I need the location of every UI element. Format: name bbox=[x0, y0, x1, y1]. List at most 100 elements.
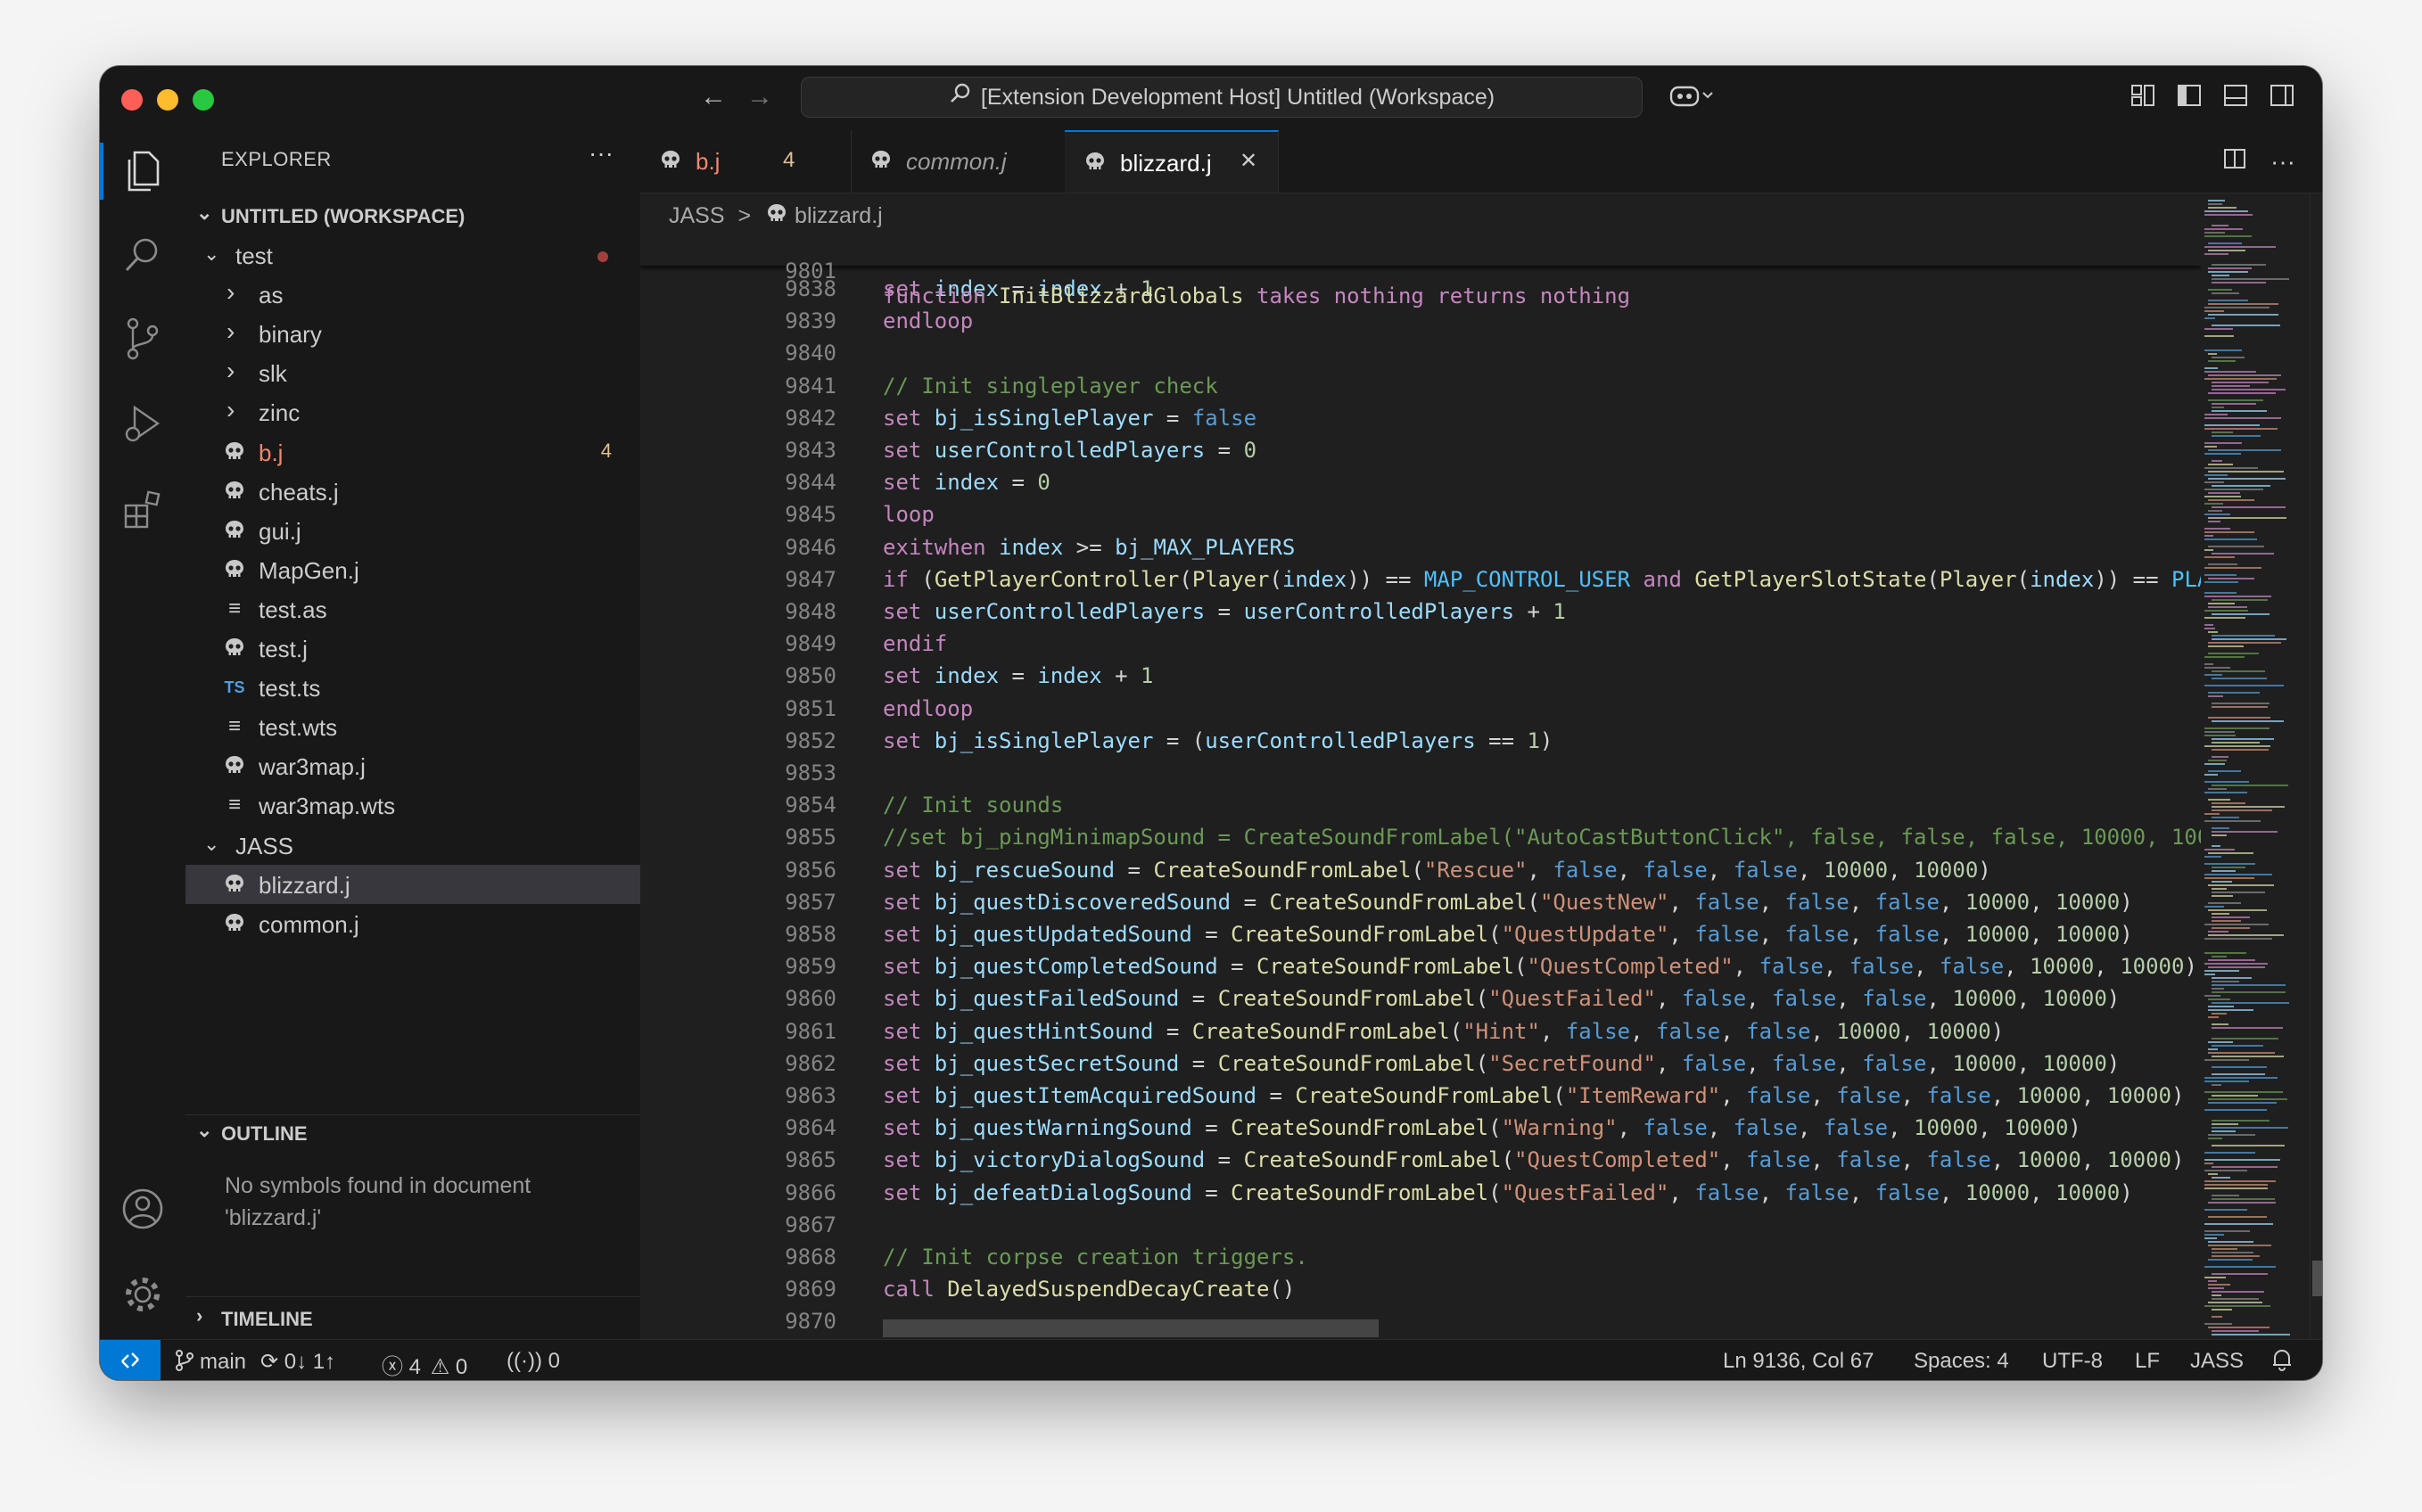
tab-common-j[interactable]: common.j bbox=[851, 130, 1066, 193]
split-editor-icon[interactable] bbox=[2222, 146, 2247, 177]
toggle-panel-icon[interactable] bbox=[2222, 82, 2249, 115]
code-line[interactable]: 9856 set bj_rescueSound = CreateSoundFrom… bbox=[640, 858, 2201, 890]
source-control-icon[interactable] bbox=[116, 312, 169, 366]
ports-status[interactable]: ((·)) 0 bbox=[507, 1349, 560, 1374]
tree-item[interactable]: MapGen.j bbox=[185, 550, 640, 589]
code-line[interactable]: 9851 endloop bbox=[640, 696, 2201, 728]
end-of-line[interactable]: LF bbox=[2135, 1349, 2160, 1374]
code-line[interactable]: 9852 set bj_isSinglePlayer = (userControl… bbox=[640, 728, 2201, 760]
minimap-line bbox=[2204, 232, 2225, 234]
copilot-icon[interactable] bbox=[1669, 82, 1716, 117]
toggle-secondary-sidebar-icon[interactable] bbox=[2269, 82, 2295, 115]
tree-item[interactable]: common.j bbox=[185, 904, 640, 943]
outline-section-header[interactable]: ⌄ OUTLINE bbox=[185, 1114, 640, 1151]
close-window-button[interactable] bbox=[121, 89, 143, 111]
tree-item[interactable]: gui.j bbox=[185, 511, 640, 550]
code-line[interactable]: 9865 set bj_victoryDialogSound = CreateSo… bbox=[640, 1147, 2201, 1179]
problems-status[interactable]: ⓧ 4 ⚠ 0 bbox=[382, 1349, 467, 1380]
tree-item[interactable]: › as bbox=[185, 275, 640, 314]
code-line[interactable]: 9843 set userControlledPlayers = 0 bbox=[640, 438, 2201, 470]
sticky-scroll-line[interactable]: 9801 function InitBlizzardGlobals takes … bbox=[640, 234, 2201, 308]
back-arrow-icon[interactable]: ← bbox=[697, 82, 729, 112]
code-line[interactable]: 9839 endloop bbox=[640, 308, 2201, 341]
code-line[interactable]: 9854 // Init sounds bbox=[640, 793, 2201, 825]
tab-b-j[interactable]: b.j 4 bbox=[640, 130, 852, 193]
tree-item[interactable]: ≡ test.wts bbox=[185, 707, 640, 746]
code-line[interactable]: 9844 set index = 0 bbox=[640, 470, 2201, 502]
code-line[interactable]: 9855 //set bj_pingMinimapSound = CreateSo… bbox=[640, 825, 2201, 857]
horizontal-scrollbar[interactable] bbox=[883, 1319, 1379, 1337]
close-tab-icon[interactable]: ✕ bbox=[1240, 148, 1257, 174]
code-line[interactable]: 9842 set bj_isSinglePlayer = false bbox=[640, 406, 2201, 438]
tree-item[interactable]: ≡ test.as bbox=[185, 589, 640, 629]
tab-blizzard-j[interactable]: blizzard.j ✕ bbox=[1065, 130, 1279, 193]
more-actions-icon[interactable]: ··· bbox=[589, 139, 614, 168]
code-line[interactable]: 9867 bbox=[640, 1212, 2201, 1245]
code-line[interactable]: 9859 set bj_questCompletedSound = CreateS… bbox=[640, 954, 2201, 986]
code-line[interactable]: 9864 set bj_questWarningSound = CreateSou… bbox=[640, 1115, 2201, 1147]
code-line[interactable]: 9846 exitwhen index >= bj_MAX_PLAYERS bbox=[640, 535, 2201, 567]
explorer-icon[interactable] bbox=[116, 144, 169, 198]
minimap-line bbox=[2208, 931, 2228, 933]
workspace-section-header[interactable]: ⌄ UNTITLED (WORKSPACE) bbox=[185, 198, 640, 234]
zoom-window-button[interactable] bbox=[193, 89, 214, 111]
scrollbar-thumb[interactable] bbox=[2312, 1261, 2322, 1296]
code-line[interactable]: 9850 set index = index + 1 bbox=[640, 663, 2201, 695]
tree-item[interactable]: › zinc bbox=[185, 392, 640, 431]
language-mode[interactable]: JASS bbox=[2190, 1349, 2244, 1374]
code-line[interactable]: 9858 set bj_questUpdatedSound = CreateSou… bbox=[640, 922, 2201, 954]
code-editor[interactable]: 9801 function InitBlizzardGlobals takes … bbox=[640, 234, 2201, 1339]
code-line[interactable]: 9860 set bj_questFailedSound = CreateSoun… bbox=[640, 986, 2201, 1018]
code-line[interactable]: 9849 endif bbox=[640, 631, 2201, 663]
extensions-icon[interactable] bbox=[116, 483, 169, 537]
code-line[interactable]: 9862 set bj_questSecretSound = CreateSoun… bbox=[640, 1051, 2201, 1083]
code-line[interactable]: 9868 // Init corpse creation triggers. bbox=[640, 1245, 2201, 1277]
sync-status[interactable]: ⟳ 0↓ 1↑ bbox=[260, 1349, 335, 1375]
notifications-bell-icon[interactable] bbox=[2270, 1347, 2294, 1378]
tree-item[interactable]: TS test.ts bbox=[185, 668, 640, 707]
tree-item[interactable]: › slk bbox=[185, 353, 640, 392]
minimize-window-button[interactable] bbox=[157, 89, 178, 111]
breadcrumb-file[interactable]: blizzard.j bbox=[795, 203, 883, 228]
tree-item[interactable]: blizzard.j bbox=[185, 864, 640, 904]
tree-item[interactable]: war3map.j bbox=[185, 746, 640, 785]
minimap[interactable] bbox=[2201, 194, 2311, 1339]
minimap-line bbox=[2204, 538, 2257, 540]
tree-item[interactable]: › binary bbox=[185, 314, 640, 353]
command-center[interactable]: [Extension Development Host] Untitled (W… bbox=[801, 77, 1643, 118]
branch-status[interactable]: main bbox=[175, 1349, 246, 1378]
accounts-icon[interactable] bbox=[116, 1182, 169, 1236]
customize-layout-icon[interactable] bbox=[2130, 82, 2156, 115]
toggle-primary-sidebar-icon[interactable] bbox=[2176, 82, 2203, 115]
indentation[interactable]: Spaces: 4 bbox=[1914, 1349, 2009, 1374]
tree-item[interactable]: cheats.j bbox=[185, 472, 640, 511]
code-line[interactable]: 9869 call DelayedSuspendDecayCreate() bbox=[640, 1277, 2201, 1309]
code-line[interactable]: 9866 set bj_defeatDialogSound = CreateSou… bbox=[640, 1180, 2201, 1212]
tree-item[interactable]: b.j 4 bbox=[185, 432, 640, 472]
code-line[interactable]: 9861 set bj_questHintSound = CreateSoundF… bbox=[640, 1019, 2201, 1051]
tree-item[interactable]: ⌄ JASS bbox=[185, 826, 640, 865]
tree-item[interactable]: ≡ war3map.wts bbox=[185, 785, 640, 825]
manage-gear-icon[interactable] bbox=[116, 1268, 169, 1321]
code-line[interactable]: 9848 set userControlledPlayers = userCont… bbox=[640, 599, 2201, 631]
code-line[interactable]: 9857 set bj_questDiscoveredSound = Create… bbox=[640, 890, 2201, 922]
more-actions-icon[interactable]: ··· bbox=[2270, 148, 2295, 176]
code-line[interactable]: 9870 bbox=[640, 1309, 2201, 1339]
code-line[interactable]: 9841 // Init singleplayer check bbox=[640, 374, 2201, 406]
code-line[interactable]: 9845 loop bbox=[640, 502, 2201, 534]
run-debug-icon[interactable] bbox=[116, 398, 169, 451]
encoding[interactable]: UTF-8 bbox=[2042, 1349, 2103, 1374]
vertical-scrollbar[interactable] bbox=[2310, 194, 2322, 1339]
forward-arrow-icon[interactable]: → bbox=[744, 82, 776, 112]
code-line[interactable]: 9863 set bj_questItemAcquiredSound = Crea… bbox=[640, 1083, 2201, 1115]
remote-indicator-icon[interactable] bbox=[100, 1340, 161, 1380]
cursor-position[interactable]: Ln 9136, Col 67 bbox=[1723, 1349, 1874, 1374]
breadcrumb-root[interactable]: JASS bbox=[669, 203, 725, 228]
tree-item[interactable]: test.j bbox=[185, 629, 640, 668]
timeline-section-header[interactable]: › TIMELINE bbox=[185, 1296, 640, 1338]
code-line[interactable]: 9853 bbox=[640, 760, 2201, 793]
code-line[interactable]: 9847 if (GetPlayerController(Player(index… bbox=[640, 567, 2201, 599]
search-icon[interactable] bbox=[116, 228, 169, 282]
tree-item[interactable]: ⌄ test bbox=[185, 235, 640, 275]
code-line[interactable]: 9840 bbox=[640, 341, 2201, 373]
